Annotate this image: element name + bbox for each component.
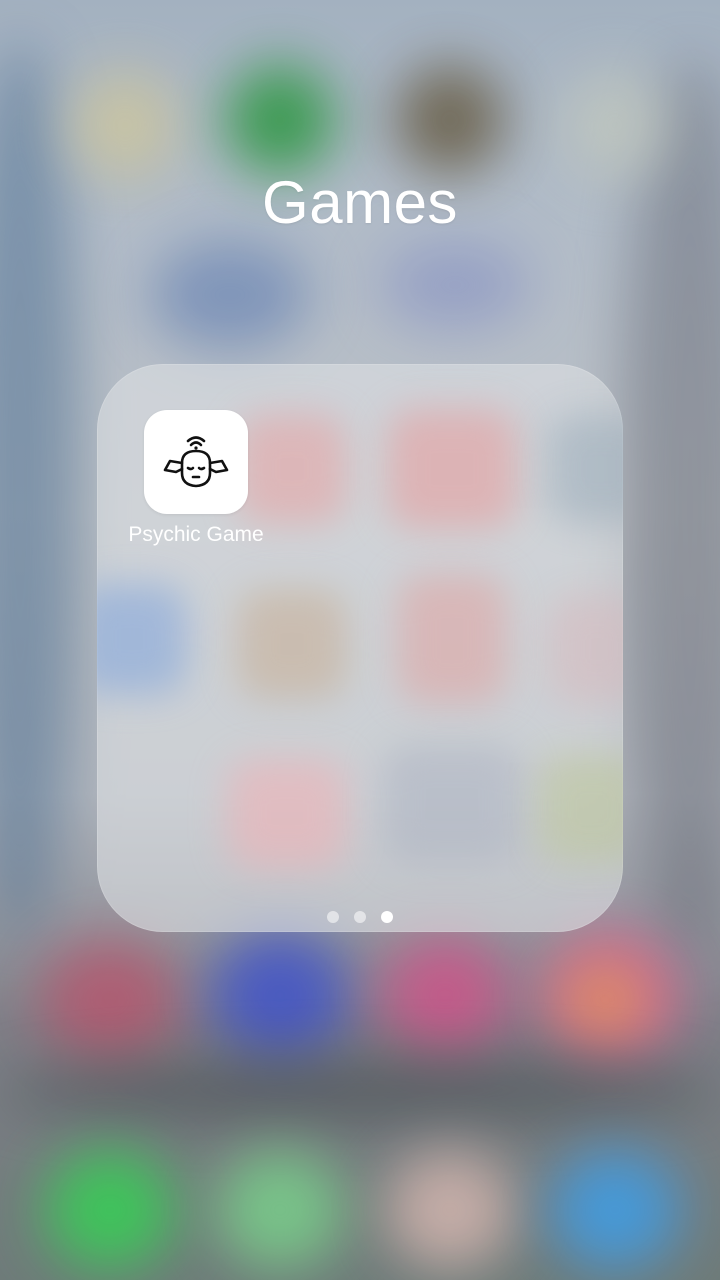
- folder-title[interactable]: Games: [0, 168, 720, 237]
- page-indicator[interactable]: [0, 911, 720, 923]
- psychic-head-icon[interactable]: [144, 410, 248, 514]
- page-dot-1[interactable]: [327, 911, 339, 923]
- page-dot-3-active[interactable]: [381, 911, 393, 923]
- app-label: Psychic Game: [128, 523, 264, 546]
- page-dot-2[interactable]: [354, 911, 366, 923]
- app-psychic-game[interactable]: Psychic Game: [121, 410, 271, 547]
